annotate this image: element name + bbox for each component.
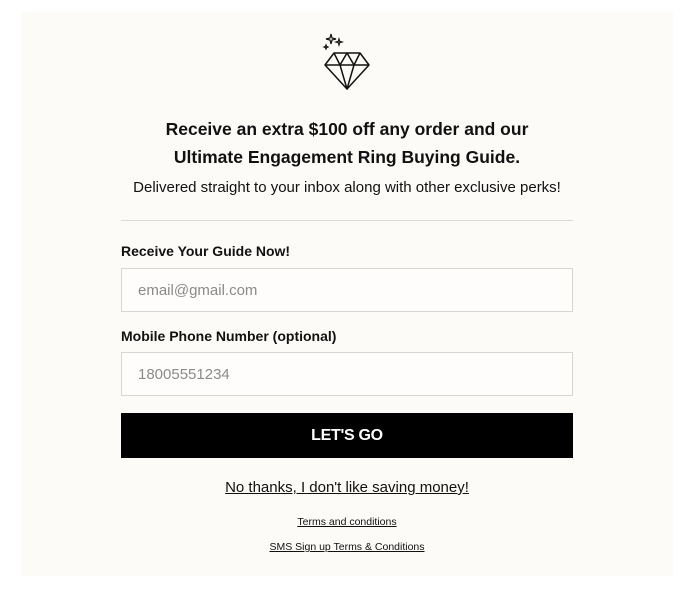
email-input[interactable] <box>121 268 573 312</box>
headline-line-2: Ultimate Engagement Ring Buying Guide. <box>173 147 521 167</box>
sparkle-icon <box>322 33 345 51</box>
headline-line-1: Receive an extra $100 off any order and … <box>165 119 529 139</box>
sms-terms-container: SMS Sign up Terms & Conditions <box>0 540 694 554</box>
terms-container: Terms and conditions <box>0 515 694 529</box>
terms-link[interactable]: Terms and conditions <box>297 516 396 528</box>
diamond-icon <box>322 33 370 90</box>
offer-headline: Receive an extra $100 off any order and … <box>0 115 694 171</box>
phone-label: Mobile Phone Number (optional) <box>121 328 337 344</box>
sms-terms-link[interactable]: SMS Sign up Terms & Conditions <box>269 541 424 553</box>
decline-container: No thanks, I don't like saving money! <box>0 478 694 498</box>
email-label: Receive Your Guide Now! <box>121 243 291 259</box>
decline-link[interactable]: No thanks, I don't like saving money! <box>225 479 469 496</box>
offer-subline: Delivered straight to your inbox along w… <box>133 179 561 196</box>
submit-button[interactable]: LET'S GO <box>121 413 573 458</box>
divider <box>121 220 573 221</box>
phone-input[interactable] <box>121 352 573 396</box>
